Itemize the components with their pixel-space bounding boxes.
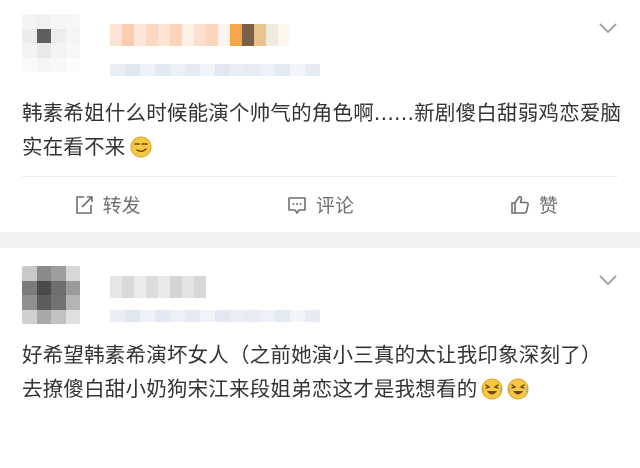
repost-button[interactable]: 转发	[0, 177, 213, 232]
comment-label: 评论	[315, 195, 354, 217]
avatar[interactable]	[22, 266, 80, 324]
username-blurred[interactable]	[110, 24, 290, 46]
chevron-down-icon[interactable]	[598, 274, 618, 286]
post-content: 韩素希姐什么时候能演个帅气的角色啊......新剧傻白甜弱鸡恋爱脑实在看不来	[22, 96, 622, 164]
post-meta-blurred	[110, 310, 320, 322]
comment-icon	[288, 196, 306, 214]
action-bar: 转发 评论 赞	[0, 177, 640, 232]
smirk-emoji	[130, 136, 151, 158]
like-label: 赞	[538, 195, 558, 217]
repost-icon	[75, 195, 93, 214]
laugh-cry-emoji	[507, 378, 529, 400]
laugh-cry-emoji	[481, 378, 503, 400]
post-content: 好希望韩素希演坏女人（之前她演小三真的太让我印象深刻了）去撩傻白甜小奶狗宋江来段…	[22, 338, 622, 406]
repost-label: 转发	[102, 195, 141, 217]
username-blurred[interactable]	[110, 276, 206, 298]
post-meta-blurred	[110, 64, 320, 76]
post-text: 韩素希姐什么时候能演个帅气的角色啊......新剧傻白甜弱鸡恋爱脑实在看不来	[22, 101, 622, 159]
chevron-down-icon[interactable]	[598, 22, 618, 34]
like-button[interactable]: 赞	[427, 177, 640, 232]
comment-button[interactable]: 评论	[213, 177, 426, 232]
like-icon	[511, 195, 529, 214]
post-separator	[0, 232, 640, 248]
avatar[interactable]	[22, 14, 80, 72]
weibo-post-1: 韩素希姐什么时候能演个帅气的角色啊......新剧傻白甜弱鸡恋爱脑实在看不来 转…	[0, 0, 640, 232]
weibo-post-2: 好希望韩素希演坏女人（之前她演小三真的太让我印象深刻了）去撩傻白甜小奶狗宋江来段…	[0, 248, 640, 468]
